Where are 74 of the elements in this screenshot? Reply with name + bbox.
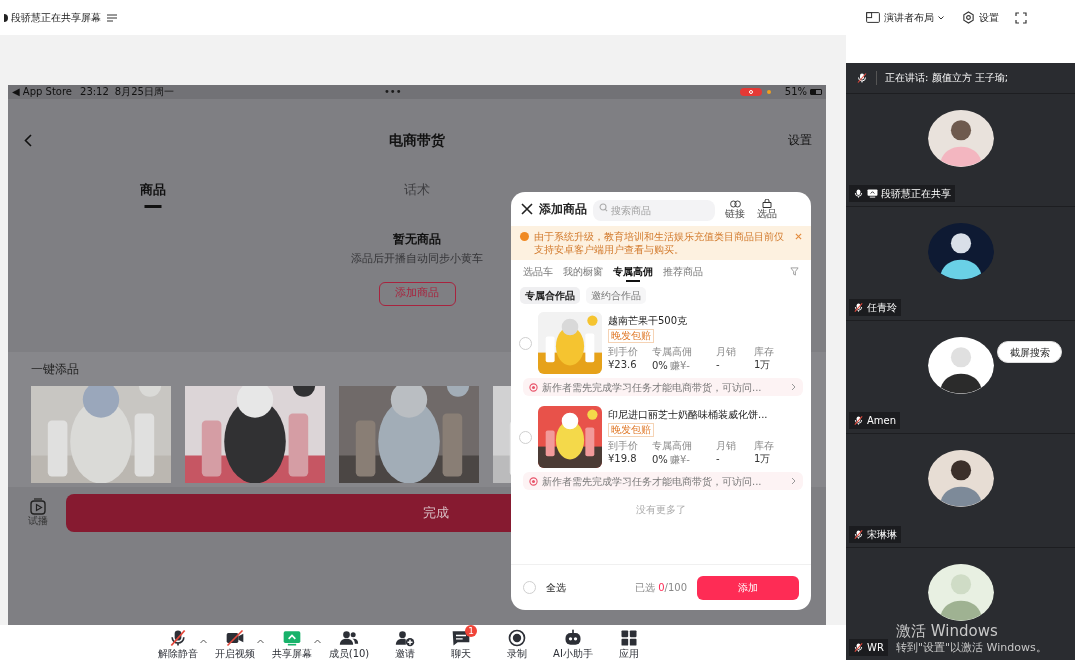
participant-tile[interactable]: 宋琳琳 <box>846 433 1075 547</box>
empty-subtitle: 添品后开播自动同步小黄车 <box>351 251 483 267</box>
selected-count: 已选 0/100 <box>634 581 687 595</box>
filter-chip[interactable]: 邀约合作品 <box>586 287 646 304</box>
product-tag: 晚发包赔 <box>608 328 654 343</box>
stat-label: 库存 <box>754 345 775 358</box>
stat-label: 专属高佣 <box>652 345 693 358</box>
stat-label: 专属高佣 <box>652 439 693 452</box>
empty-title: 暂无商品 <box>393 231 441 248</box>
select-products-button[interactable]: 选品 <box>757 199 777 219</box>
activation-title: 激活 Windows <box>896 622 999 640</box>
monthly-sales: - <box>716 357 721 371</box>
unread-badge: 1 <box>465 625 477 637</box>
page-tab[interactable]: 商品 <box>21 168 285 212</box>
speaking-indicator: 正在讲话: 颜值立方 王子瑜; <box>885 71 1009 86</box>
notice-bar[interactable]: 新作者需先完成学习任务才能电商带货，可访问... <box>523 378 803 396</box>
notice-text: 新作者需先完成学习任务才能电商带货，可访问... <box>542 474 763 489</box>
end-of-list-text: 没有更多了 <box>636 503 686 517</box>
category-tab[interactable]: 推荐商品 <box>663 260 703 283</box>
product-title[interactable]: 越南芒果干500克 <box>608 313 803 328</box>
participant-name: 任青玲 <box>867 300 897 315</box>
layout-button[interactable]: 演讲者布局 <box>866 10 944 25</box>
trial-label: 试播 <box>28 515 48 527</box>
category-tab[interactable]: 我的橱窗 <box>563 260 603 283</box>
toolbar-button[interactable]: 共享屏幕 <box>264 625 320 660</box>
settings-link[interactable]: 设置 <box>788 131 812 149</box>
notice-text: 由于系统升级，教育培训和生活娱乐充值类目商品目前仅支持安卓客户端用户查看与购买。 <box>534 230 785 256</box>
commission-rate: 0% <box>652 358 668 372</box>
toolbar-button[interactable]: 聊天 1 <box>433 625 489 660</box>
participant-tile[interactable]: 段骄慧正在共享 <box>846 92 1075 207</box>
notice-text: 新作者需先完成学习任务才能电商带货，可访问... <box>542 380 763 395</box>
participant-tile[interactable]: 任青玲 <box>846 206 1075 320</box>
toolbar-button[interactable]: 成员(10) <box>321 625 377 660</box>
settings-button[interactable]: 设置 <box>962 10 999 25</box>
toolbar-button[interactable]: 开启视频 <box>207 625 263 660</box>
stat-label: 月销 <box>716 345 737 358</box>
filter-chip[interactable]: 专属合作品 <box>520 287 580 304</box>
stock-count: 1万 <box>754 451 772 465</box>
toolbar-button[interactable]: 邀请 <box>377 625 433 660</box>
battery-percent: 51% <box>784 86 807 98</box>
activation-subtitle: 转到"设置"以激活 Windows。 <box>896 640 1047 656</box>
earnings: 赚¥- <box>669 452 690 467</box>
select-all-label[interactable]: 全选 <box>546 580 566 595</box>
stat-label: 库存 <box>754 439 775 452</box>
monthly-sales: - <box>716 451 721 465</box>
toolbar-button[interactable]: 录制 <box>489 625 545 660</box>
add-button[interactable]: 添加 <box>697 575 799 600</box>
category-tab[interactable]: 专属高佣 <box>613 260 653 283</box>
toolbar-button[interactable]: AI小助手 <box>545 625 601 660</box>
toolbar-button[interactable]: 解除静音 <box>150 625 206 660</box>
link-button[interactable]: 链接 <box>725 199 745 219</box>
earnings: 赚¥- <box>669 358 690 373</box>
stock-count: 1万 <box>754 357 772 371</box>
sharing-status: 段骄慧正在共享屏幕 <box>11 11 101 25</box>
stat-label: 到手价 <box>608 345 639 358</box>
product-title[interactable]: 印尼进口丽芝士奶酪味桶装威化饼... <box>608 407 803 422</box>
status-time: 23:12 <box>80 86 109 98</box>
page-title: 电商带货 <box>389 130 445 150</box>
back-to-app-link[interactable]: ◀ App Store <box>12 86 72 98</box>
price: ¥23.6 <box>608 357 638 371</box>
notice-bar[interactable]: 新作者需先完成学习任务才能电商带货，可访问... <box>523 472 803 490</box>
stat-label: 月销 <box>716 439 737 452</box>
more-dots: ••• <box>383 86 402 98</box>
commission-rate: 0% <box>652 452 668 466</box>
section-title: 一键添品 <box>31 360 79 378</box>
screenshot-search-button[interactable]: 截屏搜索 <box>997 341 1062 363</box>
participant-name: 段骄慧正在共享 <box>881 187 951 202</box>
category-tab[interactable]: 选品车 <box>523 260 553 283</box>
participant-name: WR <box>867 641 884 655</box>
dialog-title: 添加商品 <box>539 201 587 218</box>
search-field[interactable]: 搜索商品 <box>593 200 715 221</box>
toolbar-button[interactable]: 应用 <box>601 625 657 660</box>
participant-name: 宋琳琳 <box>867 527 897 542</box>
participant-name: Amen <box>867 414 897 429</box>
